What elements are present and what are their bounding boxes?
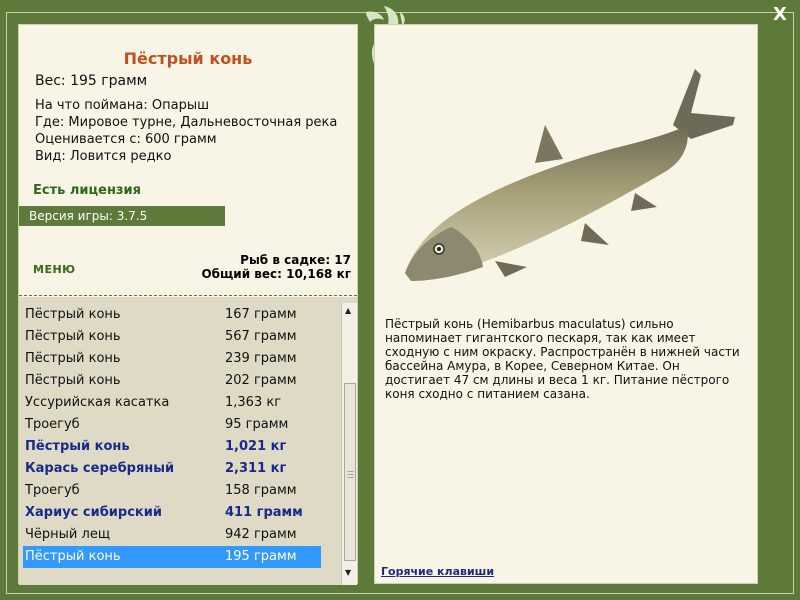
list-item-selected[interactable]: Пёстрый конь 195 грамм [23, 546, 321, 568]
catch-weight: 158 грамм [225, 483, 297, 498]
catch-weight: 167 грамм [225, 307, 297, 322]
catch-weight: 239 грамм [225, 351, 297, 366]
list-item[interactable]: Пёстрый конь 239 грамм [23, 348, 321, 370]
catch-list: Пёстрый конь 167 грамм Пёстрый конь 567 гр… [19, 297, 357, 585]
catch-list-rows: Пёстрый конь 167 грамм Пёстрый конь 567 гр… [23, 304, 321, 568]
divider [19, 295, 357, 296]
catch-name: Пёстрый конь [25, 549, 121, 564]
fish-description-panel: Пёстрый конь (Hemibarbus maculatus) силь… [374, 24, 758, 584]
fish-details: На что поймана: Опарыш Где: Мировое турн… [35, 97, 337, 165]
list-item[interactable]: Пёстрый конь 567 грамм [23, 326, 321, 348]
catch-weight: 202 грамм [225, 373, 297, 388]
catch-name: Карась серебряный [25, 461, 175, 476]
scrollbar-thumb[interactable]: — — — [344, 383, 356, 561]
total-weight: Общий вес: 10,168 кг [201, 267, 351, 281]
fish-image [405, 69, 735, 281]
list-item[interactable]: Карась серебряный 2,311 кг [23, 458, 321, 480]
list-item[interactable]: Троегуб 95 грамм [23, 414, 321, 436]
list-item[interactable]: Чёрный лещ 942 грамм [23, 524, 321, 546]
catch-weight: 1,021 кг [225, 439, 287, 454]
hotkeys-link[interactable]: Горячие клавиши [381, 565, 494, 578]
fish-in-cage: Рыб в садке: 17 [240, 253, 351, 267]
catch-name: Пёстрый конь [25, 307, 121, 322]
scroll-up-icon[interactable]: ▲ [345, 307, 351, 315]
location: Где: Мировое турне, Дальневосточная река [35, 115, 338, 130]
list-item[interactable]: Хариус сибирский 411 грамм [23, 502, 321, 524]
fish-description: Пёстрый конь (Hemibarbus maculatus) силь… [385, 317, 740, 401]
grip-icon: — — — [347, 467, 354, 481]
catch-weight: 942 грамм [225, 527, 297, 542]
catch-weight: 95 грамм [225, 417, 289, 432]
fish-info-panel: Пёстрый конь Вес: 195 грамм На что пойма… [18, 24, 358, 585]
list-item[interactable]: Пёстрый конь 167 грамм [23, 304, 321, 326]
rarity: Вид: Ловится редко [35, 149, 172, 164]
cage-stats: Рыб в садке: 17 Общий вес: 10,168 кг [201, 253, 351, 281]
list-scrollbar[interactable]: ▲ — — — ▼ [341, 303, 357, 585]
fish-title: Пёстрый конь [123, 49, 253, 68]
catch-weight: 195 грамм [225, 549, 297, 564]
catch-weight: 2,311 кг [225, 461, 287, 476]
menu-button[interactable]: МЕНЮ [33, 263, 76, 276]
list-item[interactable]: Уссурийская касатка 1,363 кг [23, 392, 321, 414]
close-button[interactable]: X [773, 4, 787, 25]
list-item[interactable]: Пёстрый конь 202 грамм [23, 370, 321, 392]
catch-name: Хариус сибирский [25, 505, 162, 520]
catch-name: Троегуб [25, 483, 80, 498]
catch-weight: 567 грамм [225, 329, 297, 344]
catch-weight: 411 грамм [225, 505, 303, 520]
catch-name: Уссурийская касатка [25, 395, 170, 410]
catch-name: Пёстрый конь [25, 329, 121, 344]
caught-on: На что поймана: Опарыш [35, 98, 209, 113]
version-bar: Версия игры: 3.7.5 [19, 206, 225, 226]
catch-name: Пёстрый конь [25, 373, 121, 388]
license-status: Есть лицензия [33, 183, 141, 198]
fish-weight: Вес: 195 грамм [35, 73, 148, 89]
catch-name: Пёстрый конь [25, 439, 130, 454]
scroll-down-icon[interactable]: ▼ [345, 569, 351, 577]
list-item[interactable]: Троегуб 158 грамм [23, 480, 321, 502]
catch-name: Пёстрый конь [25, 351, 121, 366]
valued-from: Оценивается с: 600 грамм [35, 132, 217, 147]
catch-name: Чёрный лещ [25, 527, 111, 542]
catch-name: Троегуб [25, 417, 80, 432]
list-item[interactable]: Пёстрый конь 1,021 кг [23, 436, 321, 458]
catch-weight: 1,363 кг [225, 395, 282, 410]
